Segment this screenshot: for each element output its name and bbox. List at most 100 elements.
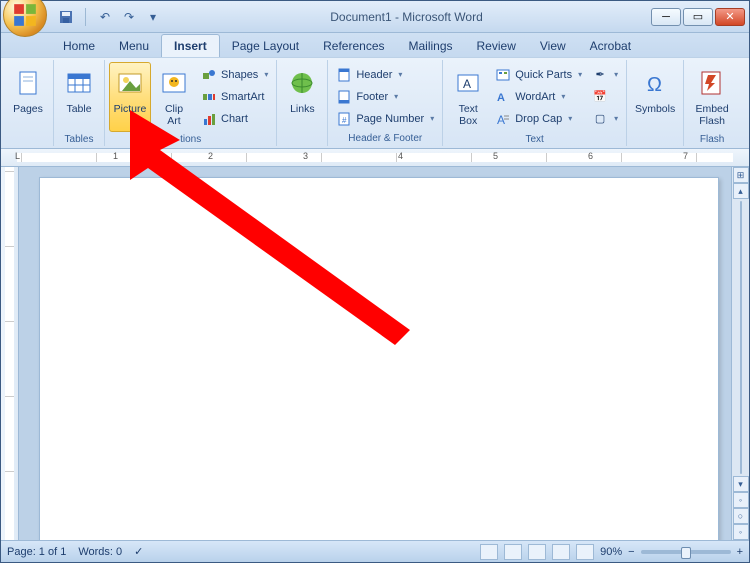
save-icon[interactable] [57,8,75,26]
document-page[interactable] [39,177,719,540]
office-button[interactable] [3,0,47,37]
pages-button[interactable]: Pages [7,62,49,132]
undo-icon[interactable]: ↶ [96,8,114,26]
ribbon: Pages Table Tables Picture [1,57,749,149]
links-label: Links [290,103,315,115]
ruler-toggle-button[interactable]: ⊞ [733,167,749,183]
footer-button[interactable]: Footer▾ [332,86,438,107]
view-draft-button[interactable] [576,544,594,560]
text-box-label: Text Box [459,103,478,127]
clipart-label: Clip Art [165,103,183,127]
redo-icon[interactable]: ↷ [120,8,138,26]
tab-view[interactable]: View [528,35,578,57]
browse-object-button[interactable]: ○ [733,508,749,524]
view-outline-button[interactable] [552,544,570,560]
wordart-button[interactable]: A WordArt▾ [491,86,586,107]
vertical-scrollbar[interactable]: ⊞ ▴ ▾ ◦ ○ ◦ [731,167,749,540]
vertical-ruler[interactable] [1,167,19,540]
drop-cap-button[interactable]: A Drop Cap▾ [491,108,586,129]
group-pages: Pages [3,60,54,146]
tab-references[interactable]: References [311,35,396,57]
group-header-footer-label: Header & Footer [332,131,438,144]
smartart-button[interactable]: SmartArt [197,86,272,107]
tab-menu[interactable]: Menu [107,35,161,57]
tab-review[interactable]: Review [465,35,528,57]
signature-icon: ✒ [592,67,608,83]
separator [85,8,86,26]
symbols-button[interactable]: Ω Symbols [631,62,679,132]
horizontal-ruler[interactable]: L 1 2 3 4 5 6 7 [1,149,749,167]
signature-button[interactable]: ✒▾ [588,64,622,85]
table-button[interactable]: Table [58,62,100,132]
scroll-thumb[interactable] [740,201,742,474]
group-flash: Embed Flash Flash [684,60,740,146]
header-label: Header [356,69,392,81]
date-time-button[interactable]: 📅 [588,86,622,107]
svg-text:A: A [497,113,505,126]
status-page[interactable]: Page: 1 of 1 [7,546,66,558]
quick-access-toolbar: ↶ ↷ ▾ [57,8,162,26]
view-fullscreen-button[interactable] [504,544,522,560]
prev-page-button[interactable]: ◦ [733,492,749,508]
links-icon [286,67,318,99]
group-illustrations-label: tions [109,132,272,145]
chart-button[interactable]: Chart [197,108,272,129]
group-flash-label: Flash [688,132,736,145]
tab-insert[interactable]: Insert [161,34,220,57]
smartart-label: SmartArt [221,91,264,103]
quick-parts-button[interactable]: Quick Parts▾ [491,64,586,85]
pages-icon [12,67,44,99]
scroll-down-button[interactable]: ▾ [733,476,749,492]
text-box-button[interactable]: A Text Box [447,62,489,132]
group-illustrations: Picture Clip Art Shapes▾ SmartArt [105,60,277,146]
group-links-label [281,142,323,144]
tab-home[interactable]: Home [51,35,107,57]
tab-acrobat[interactable]: Acrobat [578,35,643,57]
object-button[interactable]: ▢▾ [588,108,622,129]
page-number-button[interactable]: # Page Number▾ [332,108,438,129]
clipart-icon [158,67,190,99]
footer-label: Footer [356,91,388,103]
group-tables-label: Tables [58,132,100,145]
minimize-button[interactable]: ─ [651,8,681,26]
picture-label: Picture [114,103,147,115]
group-symbols: Ω Symbols [627,60,684,146]
picture-button[interactable]: Picture [109,62,151,132]
view-web-layout-button[interactable] [528,544,546,560]
symbols-icon: Ω [639,67,671,99]
zoom-out-button[interactable]: − [628,546,634,558]
group-tables: Table Tables [54,60,105,146]
wordart-label: WordArt [515,91,555,103]
group-header-footer: Header▾ Footer▾ # Page Number▾ Header & … [328,60,443,146]
header-button[interactable]: Header▾ [332,64,438,85]
zoom-level[interactable]: 90% [600,546,622,558]
embed-flash-button[interactable]: Embed Flash [688,62,736,132]
group-pages-label [7,142,49,144]
proofing-icon[interactable]: ✓ [134,545,143,558]
links-button[interactable]: Links [281,62,323,132]
chart-icon [201,111,217,127]
clipart-button[interactable]: Clip Art [153,62,195,132]
page-viewport[interactable] [19,167,731,540]
qat-more-icon[interactable]: ▾ [144,8,162,26]
group-symbols-label [631,142,679,144]
picture-icon [114,67,146,99]
next-page-button[interactable]: ◦ [733,524,749,540]
zoom-slider[interactable] [641,550,731,554]
document-area: ⊞ ▴ ▾ ◦ ○ ◦ [1,167,749,540]
footer-icon [336,89,352,105]
maximize-button[interactable]: ▭ [683,8,713,26]
tab-page-layout[interactable]: Page Layout [220,35,311,57]
close-button[interactable]: ✕ [715,8,745,26]
ribbon-tabs: Home Menu Insert Page Layout References … [1,33,749,57]
wordart-icon: A [495,89,511,105]
zoom-in-button[interactable]: + [737,546,743,558]
app-window: ↶ ↷ ▾ Document1 - Microsoft Word ─ ▭ ✕ H… [0,0,750,563]
group-text: A Text Box Quick Parts▾ A WordArt▾ A Dro… [443,60,627,146]
svg-text:#: # [342,116,347,125]
shapes-button[interactable]: Shapes▾ [197,64,272,85]
status-words[interactable]: Words: 0 [78,546,122,558]
view-print-layout-button[interactable] [480,544,498,560]
tab-mailings[interactable]: Mailings [397,35,465,57]
scroll-up-button[interactable]: ▴ [733,183,749,199]
